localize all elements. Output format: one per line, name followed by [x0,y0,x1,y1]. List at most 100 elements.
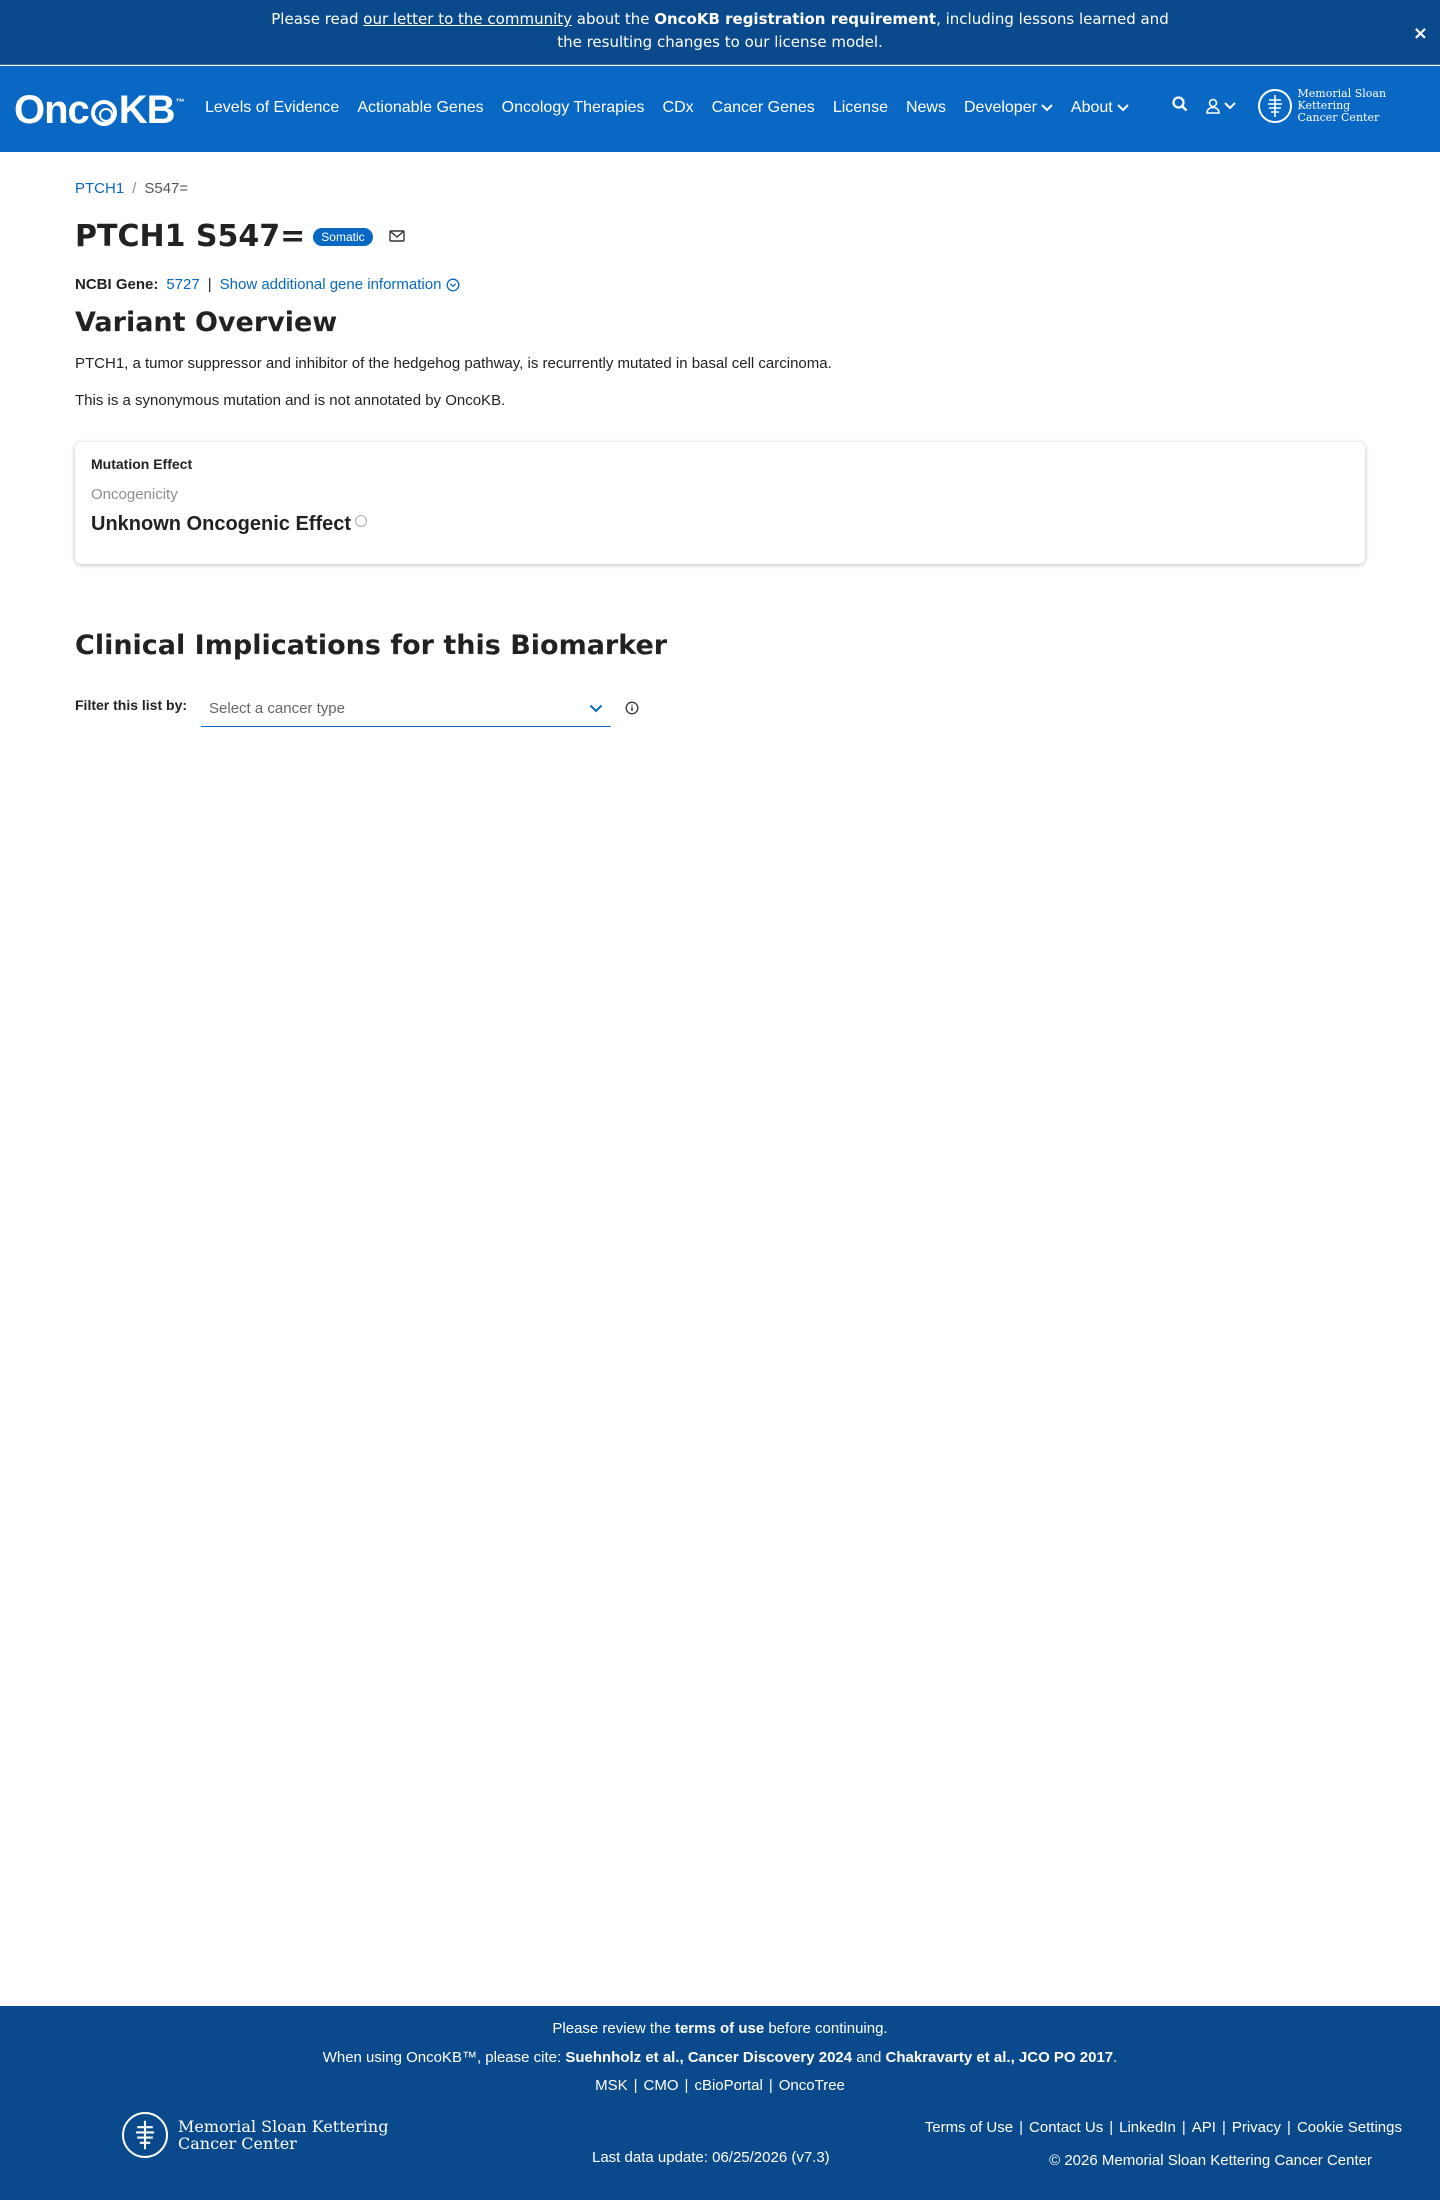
user-menu-button[interactable] [1206,98,1236,114]
footer-link-terms[interactable]: Terms of Use [925,2119,1013,2136]
user-icon [1206,98,1220,114]
footer-citation: When using OncoKB™, please cite: Suehnho… [0,2049,1440,2066]
banner-bold-text: OncoKB registration requirement [654,10,937,28]
variant-overview-heading: Variant Overview [75,307,338,338]
footer-link-api[interactable]: API [1192,2119,1216,2136]
banner-line-1: Please read our letter to the community … [0,8,1440,31]
msk-logo[interactable]: Memorial Sloan Kettering Cancer Center [1258,88,1440,124]
overview-note: This is a synonymous mutation and is not… [75,392,506,409]
nav-news[interactable]: News [906,99,946,117]
breadcrumb-variant: S547= [144,180,189,197]
chevron-down-icon [1224,102,1236,110]
msk-emblem-icon [122,2112,168,2158]
nav-actionable-genes[interactable]: Actionable Genes [357,99,483,117]
nav-about-dropdown[interactable]: About [1071,99,1129,117]
footer-link-linkedin[interactable]: LinkedIn [1119,2119,1176,2136]
oncogenicity-value: Unknown Oncogenic Effect [91,513,1349,536]
partner-link-msk[interactable]: MSK [595,2077,628,2094]
mutation-effect-title: Mutation Effect [91,456,193,472]
divider: | [1181,2119,1186,2136]
citation-link-2[interactable]: Chakravarty et al., JCO PO 2017 [886,2049,1114,2066]
nav-developer-label: Developer [963,99,1037,116]
partner-link-cmo[interactable]: CMO [644,2077,679,2094]
title-row: PTCH1 S547= Somatic [75,219,1365,254]
msk-logo-line1: Memorial Sloan Kettering [1297,87,1387,112]
divider: | [684,2077,689,2094]
banner-text: about the [572,10,655,28]
chevron-down-icon [589,704,603,713]
footer-link-privacy[interactable]: Privacy [1232,2119,1281,2136]
footer-links: Terms of Use | Contact Us | LinkedIn | API | Pri… [925,2119,1402,2136]
somatic-badge: Somatic [313,227,373,246]
banner-text: , including lessons learned and [936,10,1169,28]
msk-logo-text: Memorial Sloan Kettering Cancer Center [1298,88,1440,124]
main-nav: Levels of Evidence Actionable Genes Onco… [205,99,1147,117]
footer-link-contact[interactable]: Contact Us [1029,2119,1103,2136]
citation-link-1[interactable]: Suehnholz et al., Cancer Discovery 2024 [565,2049,852,2066]
breadcrumb: PTCH1 / S547= [75,180,1365,197]
logo-text-left: Onc [14,88,90,132]
chevron-down-icon [1117,104,1129,112]
ncbi-gene-row: NCBI Gene: 5727 | Show additional gene i… [75,276,1365,293]
footer-text: before continuing. [764,2020,888,2037]
divider: | [1109,2119,1114,2136]
nav-levels-of-evidence[interactable]: Levels of Evidence [205,99,339,117]
copyright: © 2026 Memorial Sloan Kettering Cancer C… [1049,2152,1372,2169]
show-gene-info-label: Show additional gene information [219,276,442,293]
divider: | [207,276,212,293]
nav-about-label: About [1070,99,1113,116]
logo-trademark: ™ [175,96,185,107]
divider: | [633,2077,638,2094]
show-gene-info-link[interactable]: Show additional gene information [220,276,461,293]
footer: Please review the terms of use before co… [0,2006,1440,2200]
page-title: PTCH1 S547= [75,219,306,254]
oncogenicity-label: Oncogenicity [91,486,178,503]
chevron-circle-down-icon [447,278,460,291]
last-data-update: Last data update: 06/25/2026 (v7.3) [592,2149,830,2166]
envelope-icon[interactable] [388,227,405,246]
footer-text: Please review the [552,2020,675,2037]
banner-text: Please read [271,10,364,28]
navbar: Onc KB ™ Levels of Evidence Actionable Gen… [0,66,1440,152]
close-banner-button[interactable]: × [1413,22,1428,45]
nav-license[interactable]: License [833,99,888,117]
clinical-implications-heading: Clinical Implications for this Biomarker [75,630,668,661]
footer-text: and [852,2049,886,2066]
oncokb-logo[interactable]: Onc KB ™ [14,88,185,133]
footer-msk-line2: Cancer Center [178,2134,297,2153]
overview-summary: PTCH1, a tumor suppressor and inhibitor … [75,355,832,372]
nav-cancer-genes[interactable]: Cancer Genes [712,99,815,117]
footer-text: When using OncoKB™, please cite: [322,2049,566,2066]
ncbi-gene-label: NCBI Gene: [75,276,159,293]
footer-msk-logo[interactable]: Memorial Sloan Kettering Cancer Center [122,2112,388,2158]
divider: | [768,2077,773,2094]
filter-label: Filter this list by: [75,697,188,713]
nav-developer-dropdown[interactable]: Developer [964,99,1053,117]
msk-emblem-icon [1258,89,1292,123]
nav-oncology-therapies[interactable]: Oncology Therapies [502,99,645,117]
banner-line-2: the resulting changes to our license mod… [557,33,883,51]
footer-link-cookie-settings[interactable]: Cookie Settings [1297,2119,1402,2136]
info-icon[interactable] [625,701,639,720]
cancer-type-select[interactable]: Select a cancer type [201,691,612,727]
main-content: PTCH1 / S547= PTCH1 S547= Somatic NCBI Gen… [75,152,1365,727]
breadcrumb-gene-link[interactable]: PTCH1 [75,180,124,197]
footer-partner-links: MSK | CMO | cBioPortal | OncoTree [0,2077,1440,2094]
unknown-oncogenic-icon [355,514,368,527]
partner-link-cbioportal[interactable]: cBioPortal [694,2077,762,2094]
partner-link-oncotree[interactable]: OncoTree [779,2077,845,2094]
footer-text: . [1113,2049,1118,2066]
chevron-down-icon [1041,104,1053,112]
nav-cdx[interactable]: CDx [663,99,694,117]
divider: | [1287,2119,1291,2136]
filter-row: Filter this list by: Select a cancer typ… [75,691,1365,727]
footer-terms-notice: Please review the terms of use before co… [0,2020,1440,2037]
terms-of-use-link[interactable]: terms of use [675,2020,764,2037]
footer-msk-line1: Memorial Sloan Kettering [178,2117,389,2136]
logo-ring-icon [90,99,117,126]
ncbi-gene-link[interactable]: 5727 [166,276,199,293]
search-icon[interactable] [1172,96,1188,116]
breadcrumb-separator: / [132,180,137,197]
community-letter-link[interactable]: our letter to the community [363,10,572,28]
announcement-banner: Please read our letter to the community … [0,0,1440,65]
